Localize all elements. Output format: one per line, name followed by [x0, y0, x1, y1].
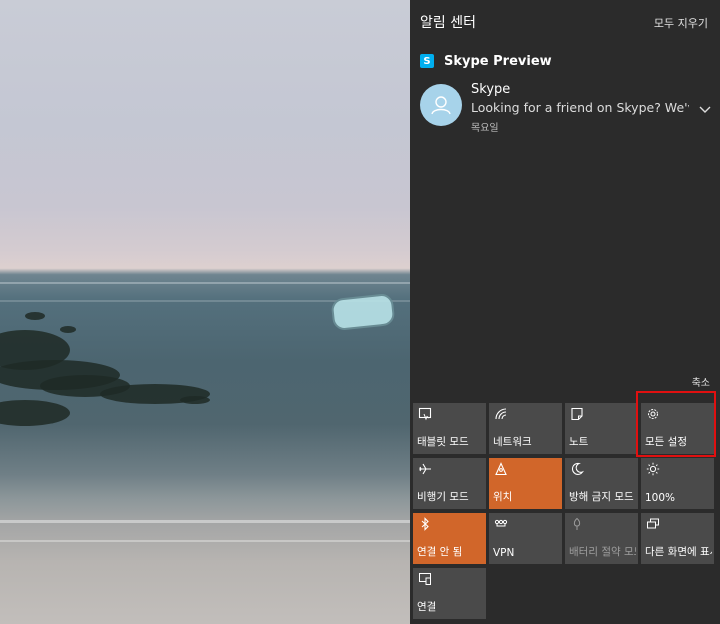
notification-item[interactable]: Skype Looking for a friend on Skype? We'…	[420, 80, 720, 136]
project-icon	[647, 518, 659, 529]
chevron-down-icon[interactable]	[698, 102, 712, 116]
tile-label: 모든 설정	[645, 436, 687, 448]
network-icon	[495, 408, 507, 420]
tile-label: 노트	[569, 436, 589, 448]
moon-icon	[571, 462, 584, 475]
tile-label: VPN	[493, 547, 515, 559]
tile-all-settings[interactable]: 모든 설정	[641, 403, 714, 454]
user-avatar-icon	[431, 96, 451, 115]
tile-airplane-mode[interactable]: 비행기 모드	[413, 458, 486, 509]
gear-icon	[648, 409, 658, 419]
tile-label: 연결	[417, 601, 437, 613]
tile-label: 방해 금지 모드	[569, 491, 634, 503]
tile-label: 100%	[645, 492, 676, 504]
collapse-button[interactable]: 축소	[692, 374, 710, 389]
clear-all-button[interactable]: 모두 지우기	[654, 15, 708, 31]
vpn-icon	[494, 519, 508, 527]
tile-battery-saver[interactable]: 배터리 절약 모드	[565, 513, 638, 564]
action-center-panel: 알림 센터 모두 지우기 S Skype Preview Skype Looki…	[410, 0, 720, 624]
airplane-icon	[419, 463, 431, 475]
tile-brightness[interactable]: 100%	[641, 458, 714, 509]
tile-bluetooth[interactable]: 연결 안 됨	[413, 513, 486, 564]
connect-icon	[419, 573, 431, 585]
tile-label: 배터리 절약 모드	[569, 546, 636, 558]
action-center-title: 알림 센터	[420, 15, 476, 31]
battery-saver-icon	[573, 517, 581, 530]
tile-network[interactable]: 네트워크	[489, 403, 562, 454]
note-icon	[571, 407, 583, 421]
skype-logo-icon: S	[420, 54, 434, 68]
notification-message: Looking for a friend on Skype? We've	[471, 100, 689, 115]
tile-tablet-mode[interactable]: 태블릿 모드	[413, 403, 486, 454]
tile-quiet-hours[interactable]: 방해 금지 모드	[565, 458, 638, 509]
avatar	[420, 84, 462, 126]
bluetooth-icon	[421, 517, 429, 531]
desktop-wallpaper	[0, 0, 410, 624]
notification-app-header[interactable]: S Skype Preview	[420, 52, 552, 70]
tile-label: 위치	[493, 491, 513, 503]
tile-label: 다른 화면에 표시	[645, 546, 712, 558]
tile-vpn[interactable]: VPN	[489, 513, 562, 564]
tile-label: 비행기 모드	[417, 491, 469, 503]
tile-label: 연결 안 됨	[417, 546, 463, 558]
notification-time: 목요일	[471, 123, 499, 134]
brightness-icon	[646, 462, 660, 476]
location-icon	[495, 462, 507, 476]
tablet-mode-icon	[418, 407, 432, 421]
tile-connect[interactable]: 연결	[413, 568, 486, 619]
sticker-image	[330, 292, 396, 332]
notification-sender: Skype	[471, 82, 511, 97]
tile-project[interactable]: 다른 화면에 표시	[641, 513, 714, 564]
tile-label: 태블릿 모드	[417, 436, 469, 448]
tile-label: 네트워크	[493, 436, 532, 448]
tile-location[interactable]: 위치	[489, 458, 562, 509]
notification-app-name: Skype Preview	[444, 53, 552, 69]
tile-note[interactable]: 노트	[565, 403, 638, 454]
